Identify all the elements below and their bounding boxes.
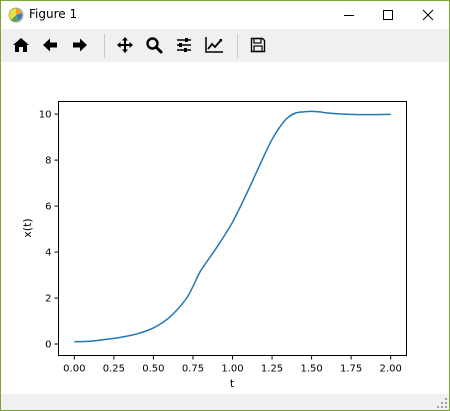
home-icon: [13, 38, 29, 52]
navigation-toolbar: [1, 29, 449, 62]
toolbar-separator: [237, 34, 238, 58]
y-tick-label: 4: [45, 248, 51, 259]
axes-frame: [58, 101, 407, 356]
x-tick-label: 0.00: [63, 364, 85, 375]
figure-canvas[interactable]: 0.00 0.25 0.50 0.75 1.00 1.25 1.50 1.75 2.00 0 2 4…: [1, 62, 449, 394]
x-tick-label: 2.00: [380, 364, 402, 375]
x-axis-label: t: [230, 377, 235, 390]
y-tick-label: 0: [45, 340, 51, 351]
plot-lines: [74, 110, 391, 343]
save-button[interactable]: [245, 32, 271, 58]
x-tick-label: 0.75: [182, 364, 204, 375]
x-tick-label: 1.75: [340, 364, 362, 375]
y-tick-label: 6: [45, 202, 51, 213]
x-tick-label: 0.25: [103, 364, 125, 375]
zoom-icon: [146, 37, 163, 54]
status-bar: [1, 394, 449, 410]
figure-window: Figure 1 0.00 0.25 0.50 0.75 1.00 1.25 1…: [0, 0, 450, 411]
y-tick-label: 10: [39, 110, 52, 121]
title-bar: Figure 1: [1, 1, 449, 29]
edit-axis-button[interactable]: [201, 32, 227, 58]
edit-axis-icon: [205, 37, 223, 53]
y-tick-label: 2: [45, 294, 51, 305]
configure-subplots-button[interactable]: [171, 32, 197, 58]
forward-arrow-icon: [73, 38, 87, 52]
x-tick-label: 1.00: [221, 364, 243, 375]
plot-svg: 0.00 0.25 0.50 0.75 1.00 1.25 1.50 1.75 2.00 0 2 4…: [21, 101, 407, 390]
matplotlib-app-icon: [8, 7, 24, 23]
x-tick-label: 1.25: [261, 364, 283, 375]
forward-button[interactable]: [67, 32, 93, 58]
window-title: Figure 1: [29, 7, 78, 21]
toolbar-separator: [104, 34, 105, 58]
y-axis-label: x(t): [21, 218, 34, 237]
close-icon: [422, 9, 434, 21]
y-tick-label: 8: [45, 156, 51, 167]
close-button[interactable]: [408, 1, 448, 29]
x-axis-ticks: 0.00 0.25 0.50 0.75 1.00 1.25 1.50 1.75 2.00: [63, 355, 402, 375]
save-icon: [250, 37, 266, 53]
resize-grip-icon[interactable]: [437, 398, 448, 409]
back-arrow-icon: [43, 38, 57, 52]
y-axis-ticks: 0 2 4 6 8 10: [39, 110, 59, 351]
maximize-icon: [383, 10, 393, 20]
pan-button[interactable]: [112, 32, 138, 58]
series-line-0: [74, 110, 391, 343]
back-button[interactable]: [37, 32, 63, 58]
home-button[interactable]: [8, 32, 34, 58]
minimize-icon: [344, 15, 354, 16]
zoom-button[interactable]: [141, 32, 167, 58]
x-tick-label: 0.50: [142, 364, 164, 375]
configure-subplots-icon: [177, 38, 191, 52]
maximize-button[interactable]: [368, 1, 408, 29]
pan-icon: [117, 37, 133, 53]
minimize-button[interactable]: [329, 1, 369, 29]
x-tick-label: 1.50: [300, 364, 322, 375]
